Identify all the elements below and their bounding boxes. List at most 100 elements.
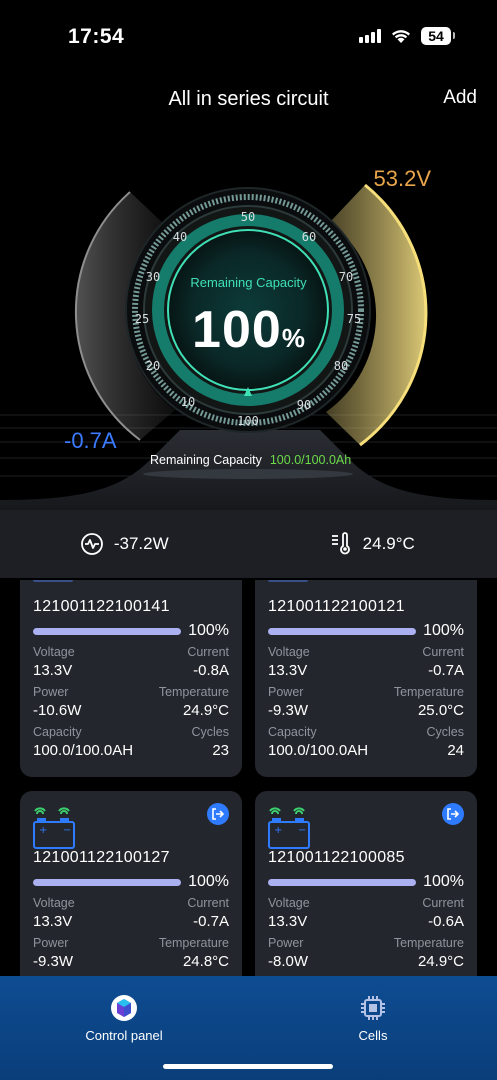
gauge-scale-label: 90 xyxy=(296,398,312,412)
cell-list[interactable]: 121001122100141 100% Voltage Current 13.3… xyxy=(0,580,497,976)
svg-text:−: − xyxy=(63,825,71,836)
cell-cycles: 24 xyxy=(447,742,464,759)
current-label: Current xyxy=(422,896,464,910)
current-label: Current xyxy=(187,896,229,910)
gauge-scale-label: 80 xyxy=(333,359,349,373)
cell-soc-bar xyxy=(268,627,417,635)
status-time: 17:54 xyxy=(68,25,125,48)
remaining-capacity-value: 100.0/100.0Ah xyxy=(269,453,352,467)
cell-soc-value: 100% xyxy=(423,622,464,639)
cell-voltage: 13.3V xyxy=(33,662,73,679)
gauge-scale-label: 100 xyxy=(237,414,259,428)
remaining-capacity-title: Remaining Capacity xyxy=(150,453,262,467)
voltage-label: Voltage xyxy=(33,645,75,659)
cell-card-header: + − xyxy=(268,791,464,849)
cell-soc-bar xyxy=(33,878,182,886)
svg-text:+: + xyxy=(39,825,47,836)
gauge-scale-label: 10 xyxy=(180,395,196,409)
capacity-gauge: 53.2V -0.7A 10 20 25 30 40 50 60 70 75 80 90 100 Re… xyxy=(0,130,497,510)
cell-soc-value: 100% xyxy=(188,873,229,890)
cell-temperature: 24.8°C xyxy=(182,953,229,970)
gauge-scale-label: 40 xyxy=(172,230,188,244)
power-label: Power xyxy=(268,685,304,699)
remaining-capacity-label: Remaining Capacity xyxy=(190,275,307,290)
page-title: All in series circuit xyxy=(168,88,329,110)
gauge-scale-label: 60 xyxy=(301,230,317,244)
remaining-capacity-summary: Remaining Capacity 100.0/100.0Ah xyxy=(150,453,351,467)
voltage-label: Voltage xyxy=(33,896,75,910)
cell-id: 121001122100121 xyxy=(268,598,405,615)
voltage-label: Voltage xyxy=(268,645,310,659)
cell-voltage: 13.3V xyxy=(268,913,308,930)
tab-control-panel[interactable]: Control panel xyxy=(54,994,194,1043)
status-bar: 17:54 54 xyxy=(0,0,497,70)
cell-soc-value: 100% xyxy=(188,622,229,639)
cell-power: -9.3W xyxy=(268,702,309,719)
capacity-percent-value: 100 xyxy=(192,301,282,359)
cell-card[interactable]: + − 121001122100085 100% Voltage Current … xyxy=(255,791,477,976)
cell-cycles: 23 xyxy=(212,742,229,759)
temperature-label: Temperature xyxy=(393,685,464,699)
cell-power: -8.0W xyxy=(268,953,309,970)
cell-power: -10.6W xyxy=(33,702,82,719)
cycles-label: Cycles xyxy=(426,725,464,739)
current-label: Current xyxy=(187,645,229,659)
cell-capacity: 100.0/100.0AH xyxy=(268,742,369,759)
capacity-percent-sign: % xyxy=(281,323,305,353)
battery-indicator: 54 xyxy=(421,27,455,45)
svg-text:+: + xyxy=(274,825,282,836)
cell-power: -9.3W xyxy=(33,953,74,970)
control-panel-icon xyxy=(111,995,137,1021)
cell-card-header xyxy=(268,580,464,598)
temperature-stat: 24.9°C xyxy=(249,532,497,556)
capacity-percent: 100% xyxy=(0,300,497,360)
cell-id: 121001122100141 xyxy=(33,598,170,615)
temperature-value: 24.9°C xyxy=(362,534,415,553)
cell-card-header: + − xyxy=(33,791,229,849)
cell-temperature: 25.0°C xyxy=(417,702,464,719)
tab-control-panel-label: Control panel xyxy=(85,1028,163,1043)
cell-temperature: 24.9°C xyxy=(182,702,229,719)
temperature-label: Temperature xyxy=(393,936,464,950)
cell-capacity: 100.0/100.0AH xyxy=(33,742,134,759)
disconnect-icon[interactable] xyxy=(207,803,229,825)
cell-card[interactable]: 121001122100121 100% Voltage Current 13.3… xyxy=(255,580,477,777)
cell-temperature: 24.9°C xyxy=(417,953,464,970)
current-label: Current xyxy=(422,645,464,659)
wifi-icon xyxy=(392,29,410,43)
current-readout: -0.7A xyxy=(64,428,117,453)
stats-bar: -37.2W 24.9°C xyxy=(0,510,497,578)
voltage-readout: 53.2V xyxy=(373,166,432,191)
power-stat: -37.2W xyxy=(0,532,249,556)
power-label: Power xyxy=(268,936,304,950)
cell-voltage: 13.3V xyxy=(33,913,73,930)
cell-card[interactable]: 121001122100141 100% Voltage Current 13.3… xyxy=(20,580,242,777)
cell-soc: 100% xyxy=(268,622,464,640)
chip-icon xyxy=(361,996,385,1020)
cell-current: -0.7A xyxy=(193,913,229,930)
cell-soc-bar xyxy=(33,627,182,635)
battery-bluetooth-icon: + − xyxy=(33,807,75,849)
gauge-scale-label: 20 xyxy=(145,359,161,373)
home-indicator[interactable] xyxy=(163,1064,333,1069)
cell-id: 121001122100127 xyxy=(33,849,170,866)
cycles-label: Cycles xyxy=(191,725,229,739)
battery-icon xyxy=(268,580,308,582)
cell-current: -0.6A xyxy=(428,913,464,930)
thermometer-icon xyxy=(331,532,350,555)
power-value: -37.2W xyxy=(113,534,169,553)
add-button[interactable]: Add xyxy=(443,87,477,109)
cell-card[interactable]: + − 121001122100127 100% Voltage Current … xyxy=(20,791,242,976)
cell-id: 121001122100085 xyxy=(268,849,405,866)
power-label: Power xyxy=(33,936,69,950)
gauge-scale-label: 50 xyxy=(240,210,256,224)
voltage-label: Voltage xyxy=(268,896,310,910)
tab-cells[interactable]: Cells xyxy=(303,994,443,1043)
power-label: Power xyxy=(33,685,69,699)
svg-text:−: − xyxy=(298,825,306,836)
signal-icon xyxy=(359,29,381,43)
capacity-label: Capacity xyxy=(33,725,82,739)
disconnect-icon[interactable] xyxy=(442,803,464,825)
cell-soc-value: 100% xyxy=(423,873,464,890)
battery-bluetooth-icon: + − xyxy=(268,807,310,849)
